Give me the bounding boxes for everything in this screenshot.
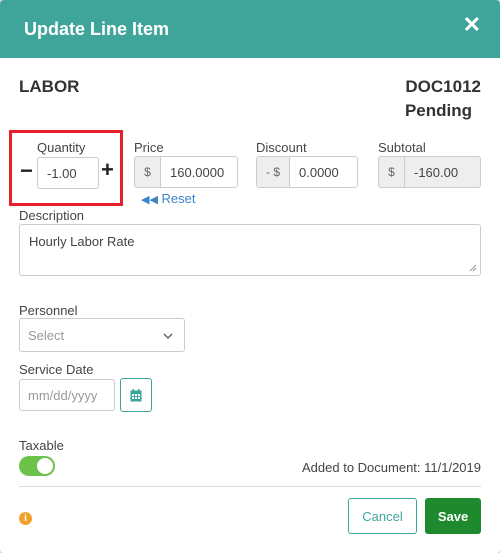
added-to-document-text: Added to Document: 11/1/2019 — [302, 460, 481, 475]
calendar-button[interactable] — [120, 378, 152, 412]
resize-grip-icon[interactable] — [469, 264, 477, 272]
service-date-label: Service Date — [19, 362, 94, 377]
description-label: Description — [19, 208, 85, 223]
discount-label: Discount — [256, 140, 307, 155]
reset-label: Reset — [161, 191, 196, 206]
reset-price-link[interactable]: ◀◀ Reset — [141, 191, 196, 206]
quantity-input[interactable]: -1.00 — [37, 157, 99, 189]
subtotal-currency-addon: $ — [378, 156, 405, 188]
info-icon[interactable]: i — [19, 512, 32, 525]
discount-currency-addon: - $ — [256, 156, 290, 188]
price-currency-addon: $ — [134, 156, 161, 188]
cancel-button[interactable]: Cancel — [348, 498, 417, 534]
close-icon[interactable]: ✕ — [463, 13, 481, 37]
price-label: Price — [134, 140, 164, 155]
description-textarea[interactable]: Hourly Labor Rate — [19, 224, 481, 276]
personnel-select[interactable]: Select — [19, 318, 185, 352]
modal-title: Update Line Item — [24, 19, 170, 39]
taxable-toggle[interactable] — [19, 456, 55, 476]
taxable-label: Taxable — [19, 438, 64, 453]
item-name: LABOR — [19, 77, 80, 96]
price-input[interactable]: 160.0000 — [160, 156, 238, 188]
calendar-icon — [130, 388, 142, 401]
discount-input[interactable]: 0.0000 — [289, 156, 358, 188]
document-number: DOC1012 — [405, 77, 481, 96]
toggle-knob — [37, 458, 53, 474]
subtotal-label: Subtotal — [378, 140, 426, 155]
footer-divider — [19, 486, 481, 487]
quantity-decrement-button[interactable]: − — [20, 160, 33, 182]
chevron-down-icon — [163, 333, 173, 340]
quantity-label: Quantity — [37, 140, 86, 155]
save-button[interactable]: Save — [425, 498, 481, 534]
personnel-label: Personnel — [19, 303, 78, 318]
subtotal-field: -160.00 — [404, 156, 481, 188]
quantity-increment-button[interactable]: + — [101, 158, 114, 182]
service-date-input[interactable]: mm/dd/yyyy — [19, 379, 115, 411]
update-line-item-modal: Update Line Item ✕ LABOR DOC1012 Pending… — [0, 0, 500, 553]
personnel-select-value: Select — [28, 327, 65, 343]
modal-header: Update Line Item ✕ — [0, 0, 500, 58]
description-text: Hourly Labor Rate — [29, 234, 135, 249]
rewind-icon: ◀◀ — [141, 194, 158, 206]
document-status: Pending — [404, 101, 472, 120]
